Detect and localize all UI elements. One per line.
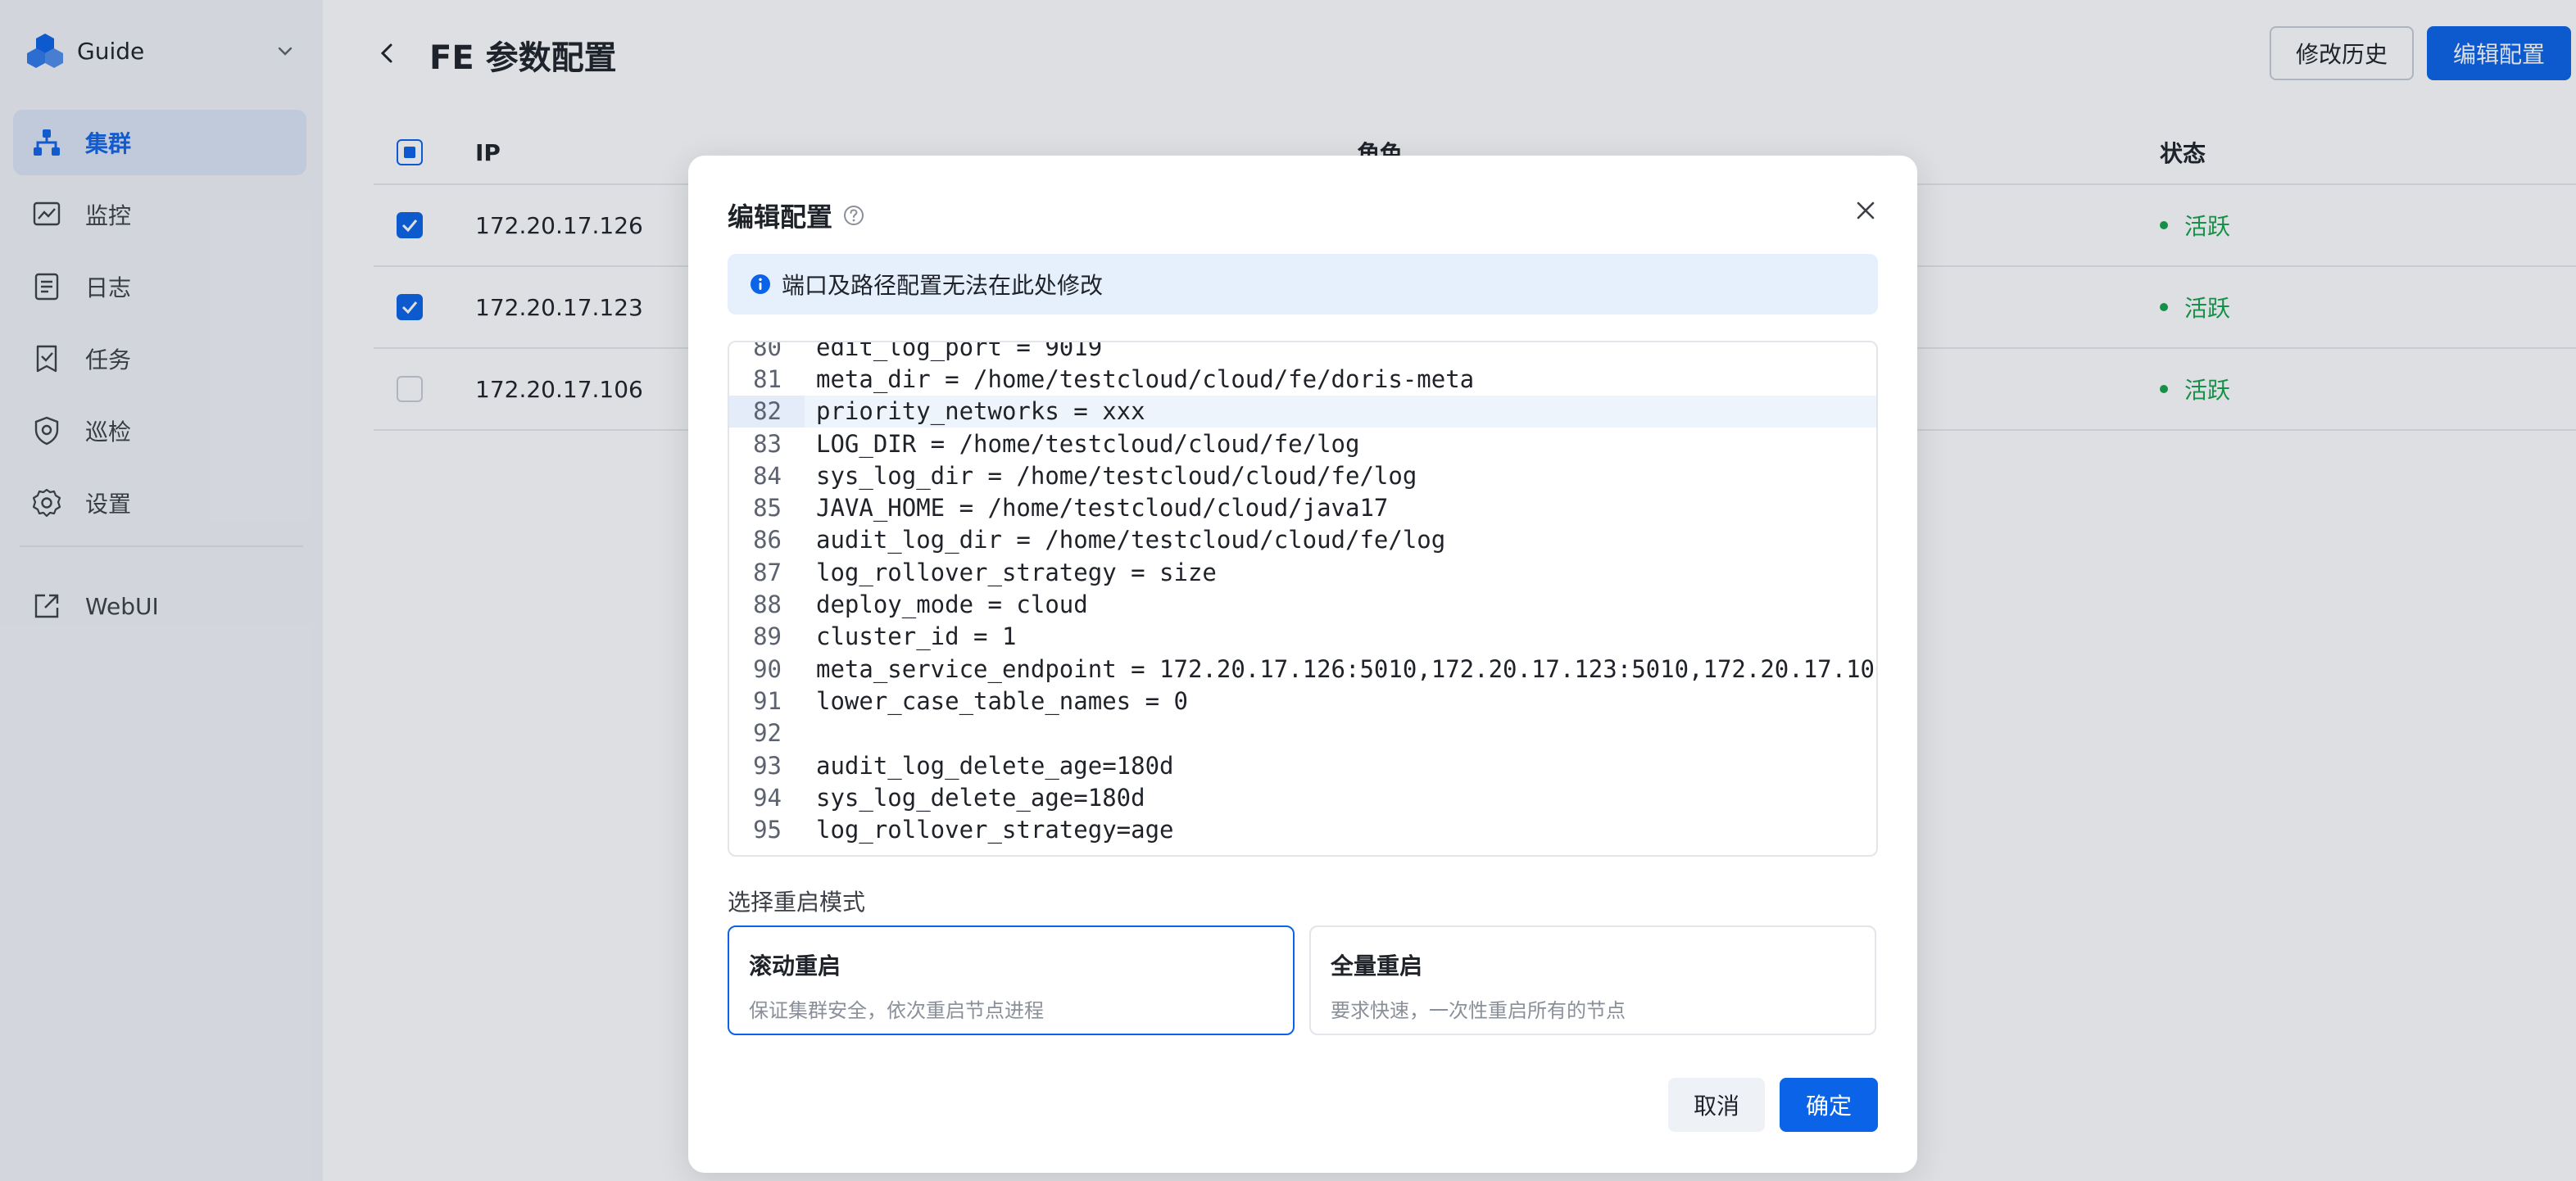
edit-config-dialog: 编辑配置 端口及路径配置无法在此处修改 80 edit_log_port = 90… xyxy=(688,156,1917,1173)
config-code-editor[interactable]: 80 edit_log_port = 9019 81 meta_dir = /home… xyxy=(728,341,1878,857)
code-line[interactable]: 83 LOG_DIR = /home/testcloud/cloud/fe/log xyxy=(729,428,1876,459)
line-number: 84 xyxy=(753,461,782,490)
info-alert: 端口及路径配置无法在此处修改 xyxy=(728,254,1878,314)
rolling-restart-option[interactable]: 滚动重启 保证集群安全，依次重启节点进程 xyxy=(728,925,1295,1035)
close-icon[interactable] xyxy=(1853,198,1878,223)
code-text: log_rollover_strategy = size xyxy=(816,558,1217,586)
code-text: audit_log_dir = /home/testcloud/cloud/fe… xyxy=(816,526,1446,554)
alert-text: 端口及路径配置无法在此处修改 xyxy=(782,272,1104,299)
restart-mode-label: 选择重启模式 xyxy=(728,889,866,916)
code-lines: 80 edit_log_port = 9019 81 meta_dir = /home… xyxy=(729,341,1876,846)
code-line[interactable]: 87 log_rollover_strategy = size xyxy=(729,556,1876,588)
code-text: log_rollover_strategy=age xyxy=(816,816,1174,844)
line-number: 80 xyxy=(753,341,782,361)
code-text: priority_networks = xxx xyxy=(816,397,1145,426)
code-text: deploy_mode = cloud xyxy=(816,590,1088,619)
line-number: 88 xyxy=(753,590,782,619)
code-line[interactable]: 82 priority_networks = xxx xyxy=(729,395,1876,428)
help-icon[interactable] xyxy=(842,204,865,227)
line-number: 87 xyxy=(753,558,782,586)
code-line[interactable]: 94 sys_log_delete_age=180d xyxy=(729,781,1876,813)
code-text: sys_log_delete_age=180d xyxy=(816,783,1145,812)
line-number: 94 xyxy=(753,783,782,812)
code-line[interactable]: 81 meta_dir = /home/testcloud/cloud/fe/do… xyxy=(729,363,1876,395)
code-text: sys_log_dir = /home/testcloud/cloud/fe/l… xyxy=(816,461,1417,490)
code-line[interactable]: 89 cluster_id = 1 xyxy=(729,621,1876,653)
mode-title: 全量重启 xyxy=(1331,952,1423,980)
info-icon xyxy=(751,274,770,294)
code-text: meta_service_endpoint = 172.20.17.126:50… xyxy=(816,654,1878,683)
line-number: 83 xyxy=(753,429,782,458)
code-line[interactable]: 86 audit_log_dir = /home/testcloud/cloud/… xyxy=(729,524,1876,556)
line-number: 95 xyxy=(753,816,782,844)
mode-description: 保证集群安全，依次重启节点进程 xyxy=(749,999,1044,1022)
code-line[interactable]: 95 log_rollover_strategy=age xyxy=(729,813,1876,845)
line-number: 89 xyxy=(753,622,782,651)
line-number: 86 xyxy=(753,526,782,554)
code-line[interactable]: 88 deploy_mode = cloud xyxy=(729,588,1876,620)
mode-title: 滚动重启 xyxy=(749,952,841,980)
code-text: edit_log_port = 9019 xyxy=(816,341,1103,361)
code-text: audit_log_delete_age=180d xyxy=(816,751,1174,780)
code-line[interactable]: 91 lower_case_table_names = 0 xyxy=(729,685,1876,717)
mode-description: 要求快速，一次性重启所有的节点 xyxy=(1331,999,1626,1022)
code-text: meta_dir = /home/testcloud/cloud/fe/dori… xyxy=(816,364,1475,393)
line-number: 92 xyxy=(753,719,782,748)
code-text: JAVA_HOME = /home/testcloud/cloud/java17 xyxy=(816,494,1389,523)
line-number: 91 xyxy=(753,686,782,715)
line-number: 93 xyxy=(753,751,782,780)
code-line[interactable]: 93 audit_log_delete_age=180d xyxy=(729,749,1876,781)
line-number: 90 xyxy=(753,654,782,683)
dialog-title: 编辑配置 xyxy=(728,197,865,234)
line-number: 82 xyxy=(729,395,805,428)
code-text: lower_case_table_names = 0 xyxy=(816,686,1188,715)
code-line[interactable]: 92 xyxy=(729,717,1876,749)
dialog-title-text: 编辑配置 xyxy=(728,201,833,233)
code-text: cluster_id = 1 xyxy=(816,622,1017,651)
line-number: 81 xyxy=(753,364,782,393)
code-line[interactable]: 90 meta_service_endpoint = 172.20.17.126:… xyxy=(729,653,1876,685)
code-line[interactable]: 80 edit_log_port = 9019 xyxy=(729,341,1876,363)
full-restart-option[interactable]: 全量重启 要求快速，一次性重启所有的节点 xyxy=(1309,925,1876,1035)
confirm-button[interactable]: 确定 xyxy=(1780,1078,1878,1132)
code-line[interactable]: 84 sys_log_dir = /home/testcloud/cloud/fe… xyxy=(729,459,1876,491)
code-line[interactable]: 85 JAVA_HOME = /home/testcloud/cloud/java… xyxy=(729,491,1876,523)
line-number: 85 xyxy=(753,494,782,523)
code-text: LOG_DIR = /home/testcloud/cloud/fe/log xyxy=(816,429,1360,458)
cancel-button[interactable]: 取消 xyxy=(1668,1078,1765,1132)
